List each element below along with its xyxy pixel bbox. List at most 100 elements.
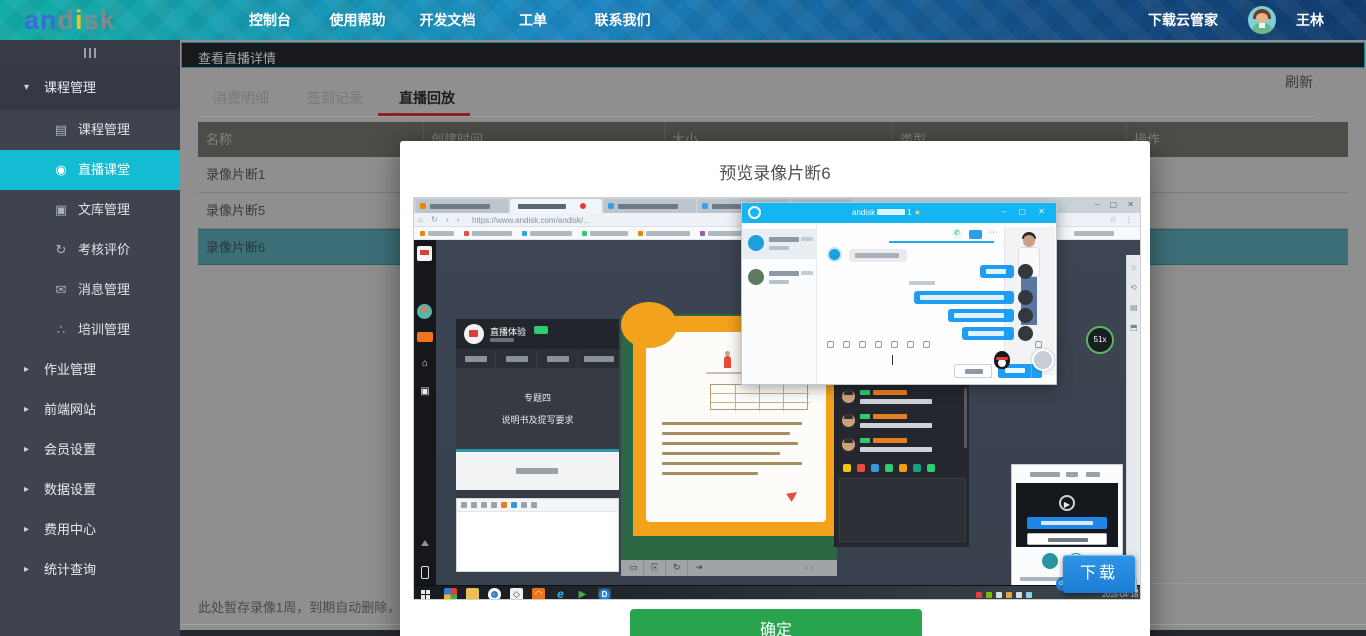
blue-divider [889, 241, 994, 243]
contact-item-selected[interactable] [742, 229, 817, 259]
nav-item-help[interactable]: 使用帮助 [320, 0, 395, 40]
library-icon: ▣ [52, 190, 70, 230]
editor-panel [456, 498, 619, 572]
confirm-button[interactable]: 确定 [630, 609, 922, 636]
teal-chip[interactable] [1042, 553, 1058, 569]
sidebar-item-course-mgmt[interactable]: ▤ 课程管理 [0, 110, 180, 150]
sidebar-group-billing[interactable]: ▸ 费用中心 [0, 510, 180, 550]
sidebar-item-training[interactable]: ∴ 培训管理 [0, 310, 180, 350]
tab-consumption[interactable]: 消费明细 [213, 88, 269, 114]
self-avatar [1018, 264, 1033, 279]
chat-message [842, 390, 962, 410]
ie-icon[interactable]: e [554, 588, 567, 600]
scrollbar[interactable] [964, 388, 967, 448]
more-icon[interactable]: ⋯ [989, 227, 998, 238]
play-icon[interactable]: ▶ [1059, 495, 1075, 511]
sidebar-group-frontend[interactable]: ▸ 前端网站 [0, 390, 180, 430]
orange-badge [417, 332, 433, 342]
stream-avatar [464, 324, 484, 344]
discussion-input[interactable] [839, 478, 966, 542]
chat-contact-list [742, 223, 817, 384]
folder-icon[interactable] [466, 588, 479, 600]
tab-checkin[interactable]: 签到记录 [307, 88, 363, 114]
training-icon: ∴ [52, 310, 70, 350]
sender-avatar [827, 247, 842, 262]
chat-titlebar[interactable]: andisk1 ★ – ▢ ✕ [742, 203, 1056, 223]
detail-header-bar: 查看直播详情 [181, 42, 1365, 68]
nav-item-contact[interactable]: 联系我们 [585, 0, 660, 40]
screenshot-icon[interactable] [843, 341, 850, 348]
chat-bubble-left [849, 249, 907, 262]
diamond-app-icon[interactable]: ◇ [510, 588, 523, 600]
refresh-button[interactable]: 刷新 [1285, 72, 1325, 94]
active-app-plate[interactable]: D [598, 588, 611, 600]
url-text: https://www.andisk.com/andisk/... [472, 216, 590, 225]
sidebar-item-live-class[interactable]: ◉ 直播课堂 [0, 150, 180, 190]
sidebar-group-statistics[interactable]: ▸ 统计查询 [0, 550, 180, 590]
chat-message [842, 438, 962, 458]
nav-item-tickets[interactable]: 工单 [503, 0, 563, 40]
star-icon: ★ [914, 208, 921, 217]
white-action-button[interactable] [1027, 533, 1107, 545]
tab-replay[interactable]: 直播回放 [399, 88, 455, 114]
nav-item-console[interactable]: 控制台 [235, 0, 305, 40]
download-manager-link[interactable]: 下载云管家 [1148, 0, 1218, 40]
chat-close-button[interactable] [954, 364, 992, 378]
slide-table [710, 384, 808, 410]
live-class-icon: ◉ [52, 150, 70, 190]
sidebar-group-data[interactable]: ▸ 数据设置 [0, 470, 180, 510]
chat-main-area: ✆ ⋯ [817, 223, 1056, 384]
file-icon[interactable] [891, 341, 898, 348]
left-icon-rail: ⌂ ▣ [414, 240, 436, 585]
sidebar-group-homework[interactable]: ▸ 作业管理 [0, 350, 180, 390]
windows-start-icon[interactable] [421, 590, 430, 599]
nav-item-devdocs[interactable]: 开发文档 [410, 0, 485, 40]
sidebar: ▾ 课程管理 ▤ 课程管理 ◉ 直播课堂 ▣ 文库管理 ↻ 考核评价 ✉ 消息管… [0, 40, 180, 636]
sidebar-item-library[interactable]: ▣ 文库管理 [0, 190, 180, 230]
gift-icon: ▣ [414, 386, 436, 397]
chat-title: andisk1 ★ [852, 208, 921, 217]
chat-bubble-right [962, 327, 1014, 340]
tabs-divider [198, 116, 1316, 117]
cloud-decoration [621, 302, 677, 348]
avatar[interactable] [1248, 6, 1276, 34]
pinwheel-app-icon[interactable] [444, 588, 457, 600]
image-icon[interactable] [875, 341, 882, 348]
self-avatar [1018, 326, 1033, 341]
history-icon[interactable] [923, 341, 930, 348]
caret-down-icon: ▾ [24, 66, 29, 110]
chat-window-controls[interactable]: – ▢ ✕ [1002, 207, 1050, 216]
modal-title: 预览录像片断6 [400, 159, 1150, 184]
chat-bubble-right [914, 291, 1014, 304]
download-button[interactable]: 下载 [1063, 555, 1135, 593]
browser-side-strip: ☆ ⟲ ▤ ⬒ [1126, 255, 1141, 600]
sidebar-item-messages[interactable]: ✉ 消息管理 [0, 270, 180, 310]
blue-action-button[interactable] [1027, 517, 1107, 529]
sidebar-collapse-button[interactable] [0, 40, 180, 66]
window-controls: – ▢ ✕ [1095, 200, 1138, 209]
sidebar-group-courses[interactable]: ▾ 课程管理 [0, 66, 180, 110]
browser-app-icon[interactable] [488, 588, 501, 600]
shake-icon[interactable] [907, 341, 914, 348]
timestamp-dash [909, 281, 935, 285]
contact-item[interactable] [742, 263, 817, 293]
editor-toolbar [457, 499, 618, 512]
emoji-icon[interactable] [827, 341, 834, 348]
recording-preview-image: – ▢ ✕ ⌂ ↻ ‹ › https://www.andisk.com/and… [413, 197, 1141, 600]
page-arrows: ‹ › [805, 562, 814, 572]
username[interactable]: 王林 [1296, 0, 1324, 40]
andisk-logo[interactable]: andisk [24, 4, 116, 36]
video-call-icon[interactable] [969, 230, 982, 239]
caret-right-icon: ▸ [24, 510, 29, 550]
caret-right-icon: ▸ [24, 430, 29, 470]
video-player-icon[interactable]: ▶ [576, 588, 589, 600]
scissors-icon[interactable] [859, 341, 866, 348]
audio-icon[interactable] [1035, 341, 1042, 348]
voice-call-icon[interactable]: ✆ [952, 229, 962, 239]
site-logo-tile [417, 246, 432, 261]
browser-nav-icons: ⌂ ↻ ‹ › [418, 215, 463, 224]
sidebar-item-assessment[interactable]: ↻ 考核评价 [0, 230, 180, 270]
message-icon: ✉ [52, 270, 70, 310]
sidebar-group-members[interactable]: ▸ 会员设置 [0, 430, 180, 470]
uc-browser-icon[interactable]: ◠ [532, 588, 545, 600]
